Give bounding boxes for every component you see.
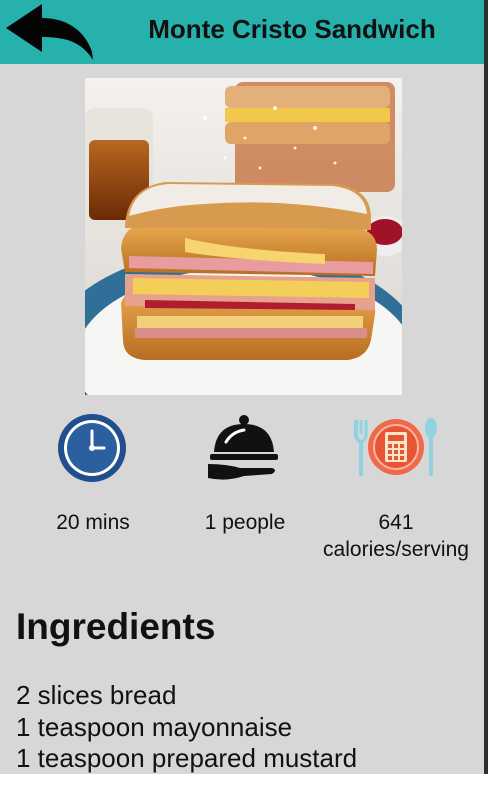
time-label: 20 mins	[56, 511, 130, 534]
app-header: Monte Cristo Sandwich	[0, 0, 484, 64]
serving-cloche-icon	[206, 412, 282, 484]
ingredients-title: Ingredients	[16, 606, 216, 647]
servings-label: 1 people	[204, 511, 286, 534]
screen-edge	[484, 0, 488, 774]
back-arrow-icon	[6, 4, 93, 60]
recipe-photo	[85, 78, 402, 395]
back-button[interactable]	[2, 2, 98, 62]
calories-unit: calories/serving	[323, 538, 469, 561]
calories-value: 641	[378, 511, 414, 534]
ingredient-item: 2 slices bread	[16, 680, 177, 710]
ingredients-list: 2 slices bread 1 teaspoon mayonnaise 1 t…	[16, 680, 357, 774]
page-title: Monte Cristo Sandwich	[148, 14, 436, 44]
calorie-calculator-icon	[352, 416, 440, 478]
bottom-bar	[0, 774, 488, 800]
recipe-screen: Monte Cristo Sandwich 20 mins 1 people 6…	[0, 0, 488, 800]
ingredient-item: 1 teaspoon prepared mustard	[16, 743, 358, 773]
ingredient-item: 1 teaspoon mayonnaise	[16, 711, 293, 742]
recipe-content: 20 mins 1 people 641 calories/serving In…	[0, 64, 484, 774]
clock-icon	[57, 413, 127, 483]
